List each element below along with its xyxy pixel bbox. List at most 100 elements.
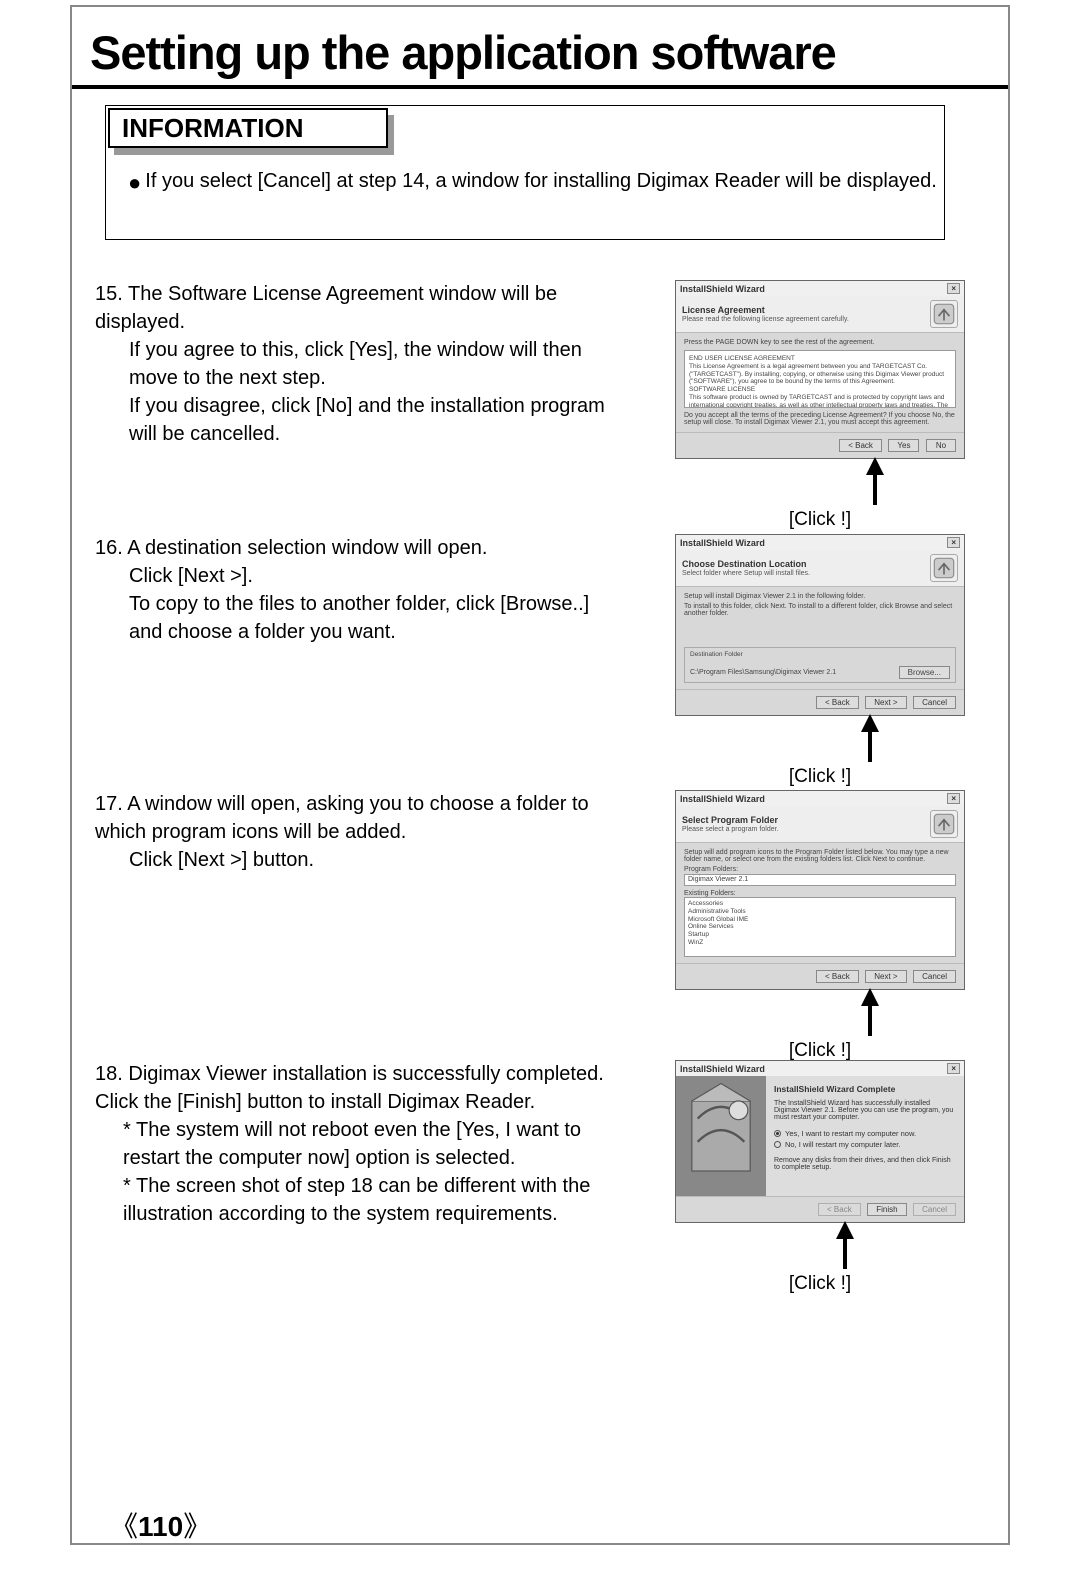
program-folder-dialog: InstallShield Wizard × Select Program Fo… <box>675 790 965 990</box>
destination-dialog: InstallShield Wizard × Choose Destinatio… <box>675 534 965 716</box>
page-number: 《110》 <box>110 1505 211 1545</box>
arrow-stem <box>868 1006 872 1036</box>
restart-now-option[interactable]: Yes, I want to restart my computer now. <box>774 1129 956 1138</box>
arrow-up-icon <box>861 714 879 732</box>
restart-later-option[interactable]: No, I will restart my computer later. <box>774 1140 956 1149</box>
program-folder-header-sub: Please select a program folder. <box>682 826 924 833</box>
license-body-top: Press the PAGE DOWN key to see the rest … <box>684 339 956 346</box>
program-folder-dialog-titlebar: InstallShield Wizard × <box>676 791 964 806</box>
destination-dialog-header: Choose Destination Location Select folde… <box>676 550 964 587</box>
next-button[interactable]: Next > <box>865 696 906 709</box>
complete-body1: The InstallShield Wizard has successfull… <box>774 1100 956 1121</box>
complete-banner <box>676 1076 766 1196</box>
close-icon[interactable]: × <box>947 537 960 548</box>
step-16-line1: A destination selection window will open… <box>127 537 487 559</box>
license-dialog: InstallShield Wizard × License Agreement… <box>675 280 965 459</box>
existing-folders-label: Existing Folders: <box>684 890 956 897</box>
step-15-line3: If you disagree, click [No] and the inst… <box>95 392 625 448</box>
cancel-button[interactable]: Cancel <box>913 970 956 983</box>
license-dialog-header: License Agreement Please read the follow… <box>676 296 964 333</box>
complete-dialog-body: InstallShield Wizard Complete The Instal… <box>766 1076 964 1196</box>
destination-path: C:\Program Files\Samsung\Digimax Viewer … <box>690 669 893 676</box>
restart-now-label: Yes, I want to restart my computer now. <box>785 1129 916 1138</box>
no-button[interactable]: No <box>926 439 956 452</box>
radio-icon <box>774 1141 781 1148</box>
program-folder-body1: Setup will add program icons to the Prog… <box>684 849 956 863</box>
license-dialog-titlebar: InstallShield Wizard × <box>676 281 964 296</box>
installer-icon <box>930 810 958 838</box>
back-button[interactable]: < Back <box>816 970 859 983</box>
step-17: 17. A window will open, asking you to ch… <box>95 790 1005 1062</box>
close-icon[interactable]: × <box>947 1063 960 1074</box>
destination-dialog-body: Setup will install Digimax Viewer 2.1 in… <box>676 587 964 689</box>
step-15: 15. The Software License Agreement windo… <box>95 280 1005 531</box>
finish-button[interactable]: Finish <box>867 1203 906 1216</box>
cancel-button: Cancel <box>913 1203 956 1216</box>
arrow-16 <box>850 714 890 762</box>
step-15-line2: If you agree to this, click [Yes], the w… <box>95 336 625 392</box>
step-17-num: 17. <box>95 793 123 815</box>
complete-dialog-title: InstallShield Wizard <box>680 1064 765 1074</box>
click-label-18: [Click !] <box>675 1273 965 1295</box>
destination-dialog-titlebar: InstallShield Wizard × <box>676 535 964 550</box>
arrow-stem <box>873 475 877 505</box>
back-button[interactable]: < Back <box>816 696 859 709</box>
back-button: < Back <box>818 1203 861 1216</box>
step-17-figure: InstallShield Wizard × Select Program Fo… <box>675 790 965 1062</box>
arrow-18 <box>825 1221 865 1269</box>
cancel-button[interactable]: Cancel <box>913 696 956 709</box>
yes-button[interactable]: Yes <box>888 439 919 452</box>
step-18-line1: Digimax Viewer installation is successfu… <box>95 1063 604 1113</box>
program-folder-header-title: Select Program Folder <box>682 815 924 825</box>
arrow-up-icon <box>836 1221 854 1239</box>
arrow-15 <box>855 457 895 505</box>
program-folder-dialog-header: Select Program Folder Please select a pr… <box>676 806 964 843</box>
installer-icon <box>930 554 958 582</box>
radio-icon <box>774 1130 781 1137</box>
step-15-figure: InstallShield Wizard × License Agreement… <box>675 280 965 531</box>
step-18-num: 18. <box>95 1063 123 1085</box>
complete-dialog: InstallShield Wizard × InstallShield Wiz… <box>675 1060 965 1223</box>
existing-folders-list[interactable]: Accessories Administrative Tools Microso… <box>684 897 956 957</box>
complete-dialog-titlebar: InstallShield Wizard × <box>676 1061 964 1076</box>
installer-icon <box>930 300 958 328</box>
close-icon[interactable]: × <box>947 793 960 804</box>
browse-button[interactable]: Browse... <box>899 666 950 679</box>
arrow-17 <box>850 988 890 1036</box>
license-dialog-buttons: < Back Yes No <box>676 432 964 458</box>
close-icon[interactable]: × <box>947 283 960 294</box>
program-folder-dialog-body: Setup will add program icons to the Prog… <box>676 843 964 963</box>
program-folders-label: Program Folders: <box>684 866 956 873</box>
box-icon <box>686 1076 756 1196</box>
complete-header-title: InstallShield Wizard Complete <box>774 1084 956 1094</box>
license-agreement-text[interactable]: END USER LICENSE AGREEMENT This License … <box>684 350 956 408</box>
next-button[interactable]: Next > <box>865 970 906 983</box>
destination-header-title: Choose Destination Location <box>682 559 924 569</box>
complete-dialog-buttons: < Back Finish Cancel <box>676 1196 964 1222</box>
destination-dialog-buttons: < Back Next > Cancel <box>676 689 964 715</box>
destination-dialog-title: InstallShield Wizard <box>680 538 765 548</box>
step-15-line1: The Software License Agreement window wi… <box>95 283 557 333</box>
destination-folder-label: Destination Folder <box>690 651 950 658</box>
title-underline <box>72 85 1008 89</box>
restart-later-label: No, I will restart my computer later. <box>785 1140 900 1149</box>
back-button[interactable]: < Back <box>839 439 882 452</box>
step-16-text: 16. A destination selection window will … <box>95 534 625 788</box>
page-title: Setting up the application software <box>90 25 1010 80</box>
step-16-num: 16. <box>95 537 123 559</box>
page-number-value: 110 <box>138 1511 183 1542</box>
step-17-line1: A window will open, asking you to choose… <box>95 793 589 843</box>
license-header-title: License Agreement <box>682 305 924 315</box>
arrow-up-icon <box>861 988 879 1006</box>
step-17-text: 17. A window will open, asking you to ch… <box>95 790 625 1062</box>
program-folder-input[interactable]: Digimax Viewer 2.1 <box>684 874 956 886</box>
step-16-figure: InstallShield Wizard × Choose Destinatio… <box>675 534 965 788</box>
complete-body2: Remove any disks from their drives, and … <box>774 1157 956 1171</box>
step-18-figure: InstallShield Wizard × InstallShield Wiz… <box>675 1060 965 1295</box>
license-header-sub: Please read the following license agreem… <box>682 316 924 323</box>
license-dialog-body: Press the PAGE DOWN key to see the rest … <box>676 333 964 432</box>
step-18-note2: * The screen shot of step 18 can be diff… <box>95 1172 625 1228</box>
click-label-17: [Click !] <box>675 1040 965 1062</box>
arrow-up-icon <box>866 457 884 475</box>
info-bullet: ● If you select [Cancel] at step 14, a w… <box>128 170 937 196</box>
